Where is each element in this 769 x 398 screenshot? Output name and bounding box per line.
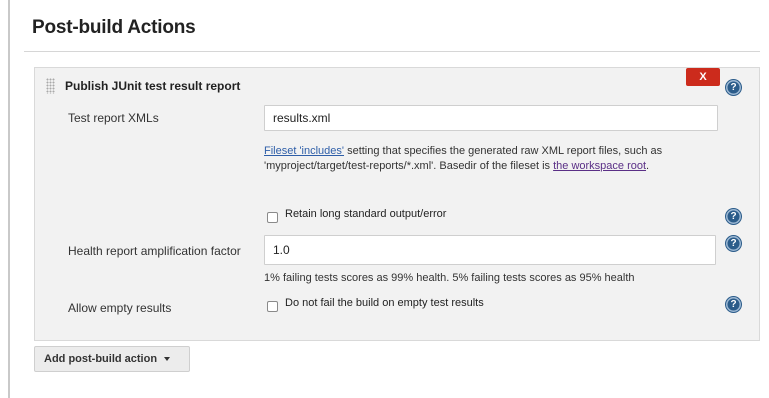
jenkins-config-page: Post-build Actions Publish JUnit test re… <box>0 0 769 398</box>
allow-empty-checkbox[interactable] <box>267 301 278 312</box>
left-divider <box>8 0 10 398</box>
help-icon[interactable]: ? <box>726 80 741 95</box>
allow-empty-help-icon[interactable]: ? <box>726 297 741 312</box>
add-post-build-action-button[interactable]: Add post-build action <box>34 346 190 372</box>
retain-output-checkbox[interactable] <box>267 212 278 223</box>
allow-empty-label: Allow empty results <box>68 301 172 315</box>
retain-output-label: Retain long standard output/error <box>285 208 447 220</box>
retain-output-help-icon[interactable]: ? <box>726 209 741 224</box>
workspace-root-link[interactable]: the workspace root <box>553 160 646 172</box>
fileset-includes-link[interactable]: Fileset 'includes' <box>264 145 344 157</box>
test-report-xmls-description: Fileset 'includes' setting that specifie… <box>264 144 724 174</box>
section-title: Post-build Actions <box>32 17 196 38</box>
add-post-build-action-label: Add post-build action <box>44 353 158 365</box>
health-factor-label: Health report amplification factor <box>68 244 241 258</box>
junit-publisher-panel: Publish JUnit test result report X ? Tes… <box>34 67 760 341</box>
description-period: . <box>646 160 650 172</box>
health-factor-input[interactable] <box>264 235 716 265</box>
test-report-xmls-label: Test report XMLs <box>68 111 159 125</box>
test-report-xmls-input[interactable] <box>264 105 718 131</box>
panel-title: Publish JUnit test result report <box>65 79 241 93</box>
caret-down-icon <box>164 357 171 362</box>
drag-handle-icon[interactable] <box>46 78 55 94</box>
health-factor-help-icon[interactable]: ? <box>726 236 741 251</box>
section-divider <box>24 51 760 52</box>
delete-step-button[interactable]: X <box>686 68 720 86</box>
allow-empty-checkbox-label: Do not fail the build on empty test resu… <box>285 297 484 309</box>
health-factor-description: 1% failing tests scores as 99% health. 5… <box>264 272 635 284</box>
